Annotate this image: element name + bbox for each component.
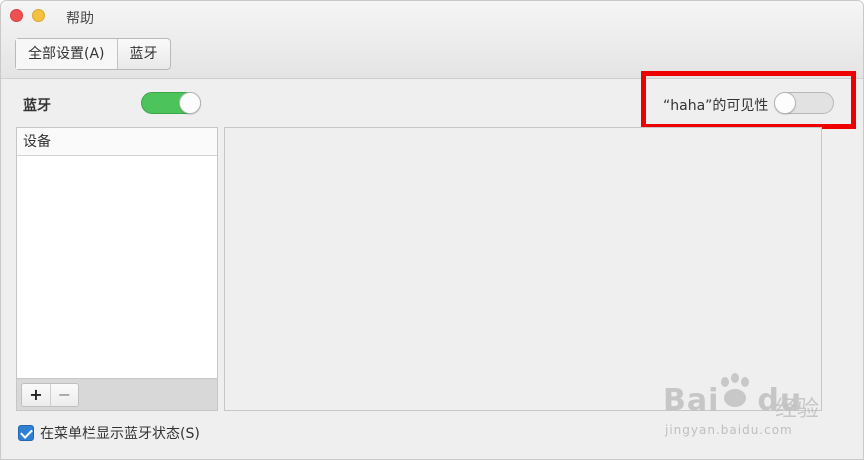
device-list-toolbar: + − xyxy=(17,378,217,410)
add-device-button[interactable]: + xyxy=(22,384,50,406)
settings-window: 帮助 全部设置(A) 蓝牙 蓝牙 “haha”的可见性 设备 + − 在菜单栏显… xyxy=(0,0,864,460)
close-window-button[interactable] xyxy=(10,9,23,22)
add-remove-group: + − xyxy=(21,383,79,407)
watermark-url: jingyan.baidu.com xyxy=(665,423,793,437)
tab-bluetooth[interactable]: 蓝牙 xyxy=(116,39,170,69)
show-in-menubar-option[interactable]: 在菜单栏显示蓝牙状态(S) xyxy=(18,423,200,443)
title-bar: 帮助 全部设置(A) 蓝牙 xyxy=(1,1,863,79)
minimize-window-button[interactable] xyxy=(32,9,45,22)
bluetooth-toggle[interactable] xyxy=(141,92,201,114)
remove-device-button[interactable]: − xyxy=(50,384,78,406)
device-detail-panel xyxy=(224,127,822,411)
tab-all-settings[interactable]: 全部设置(A) xyxy=(16,39,117,69)
navigation-tabs: 全部设置(A) 蓝牙 xyxy=(15,38,171,70)
window-title: 帮助 xyxy=(66,11,94,27)
show-in-menubar-label: 在菜单栏显示蓝牙状态(S) xyxy=(40,426,200,442)
toggle-knob xyxy=(179,92,201,114)
show-in-menubar-checkbox[interactable] xyxy=(18,425,34,441)
bluetooth-label: 蓝牙 xyxy=(23,98,51,114)
annotation-highlight-box xyxy=(641,71,856,129)
watermark-jingyan: 经验 xyxy=(775,397,820,422)
baidu-jingyan-watermark: Bai du 经验 jingyan.baidu.com xyxy=(663,373,823,443)
device-list-header: 设备 xyxy=(17,128,217,156)
device-list-panel: 设备 + − xyxy=(16,127,218,411)
